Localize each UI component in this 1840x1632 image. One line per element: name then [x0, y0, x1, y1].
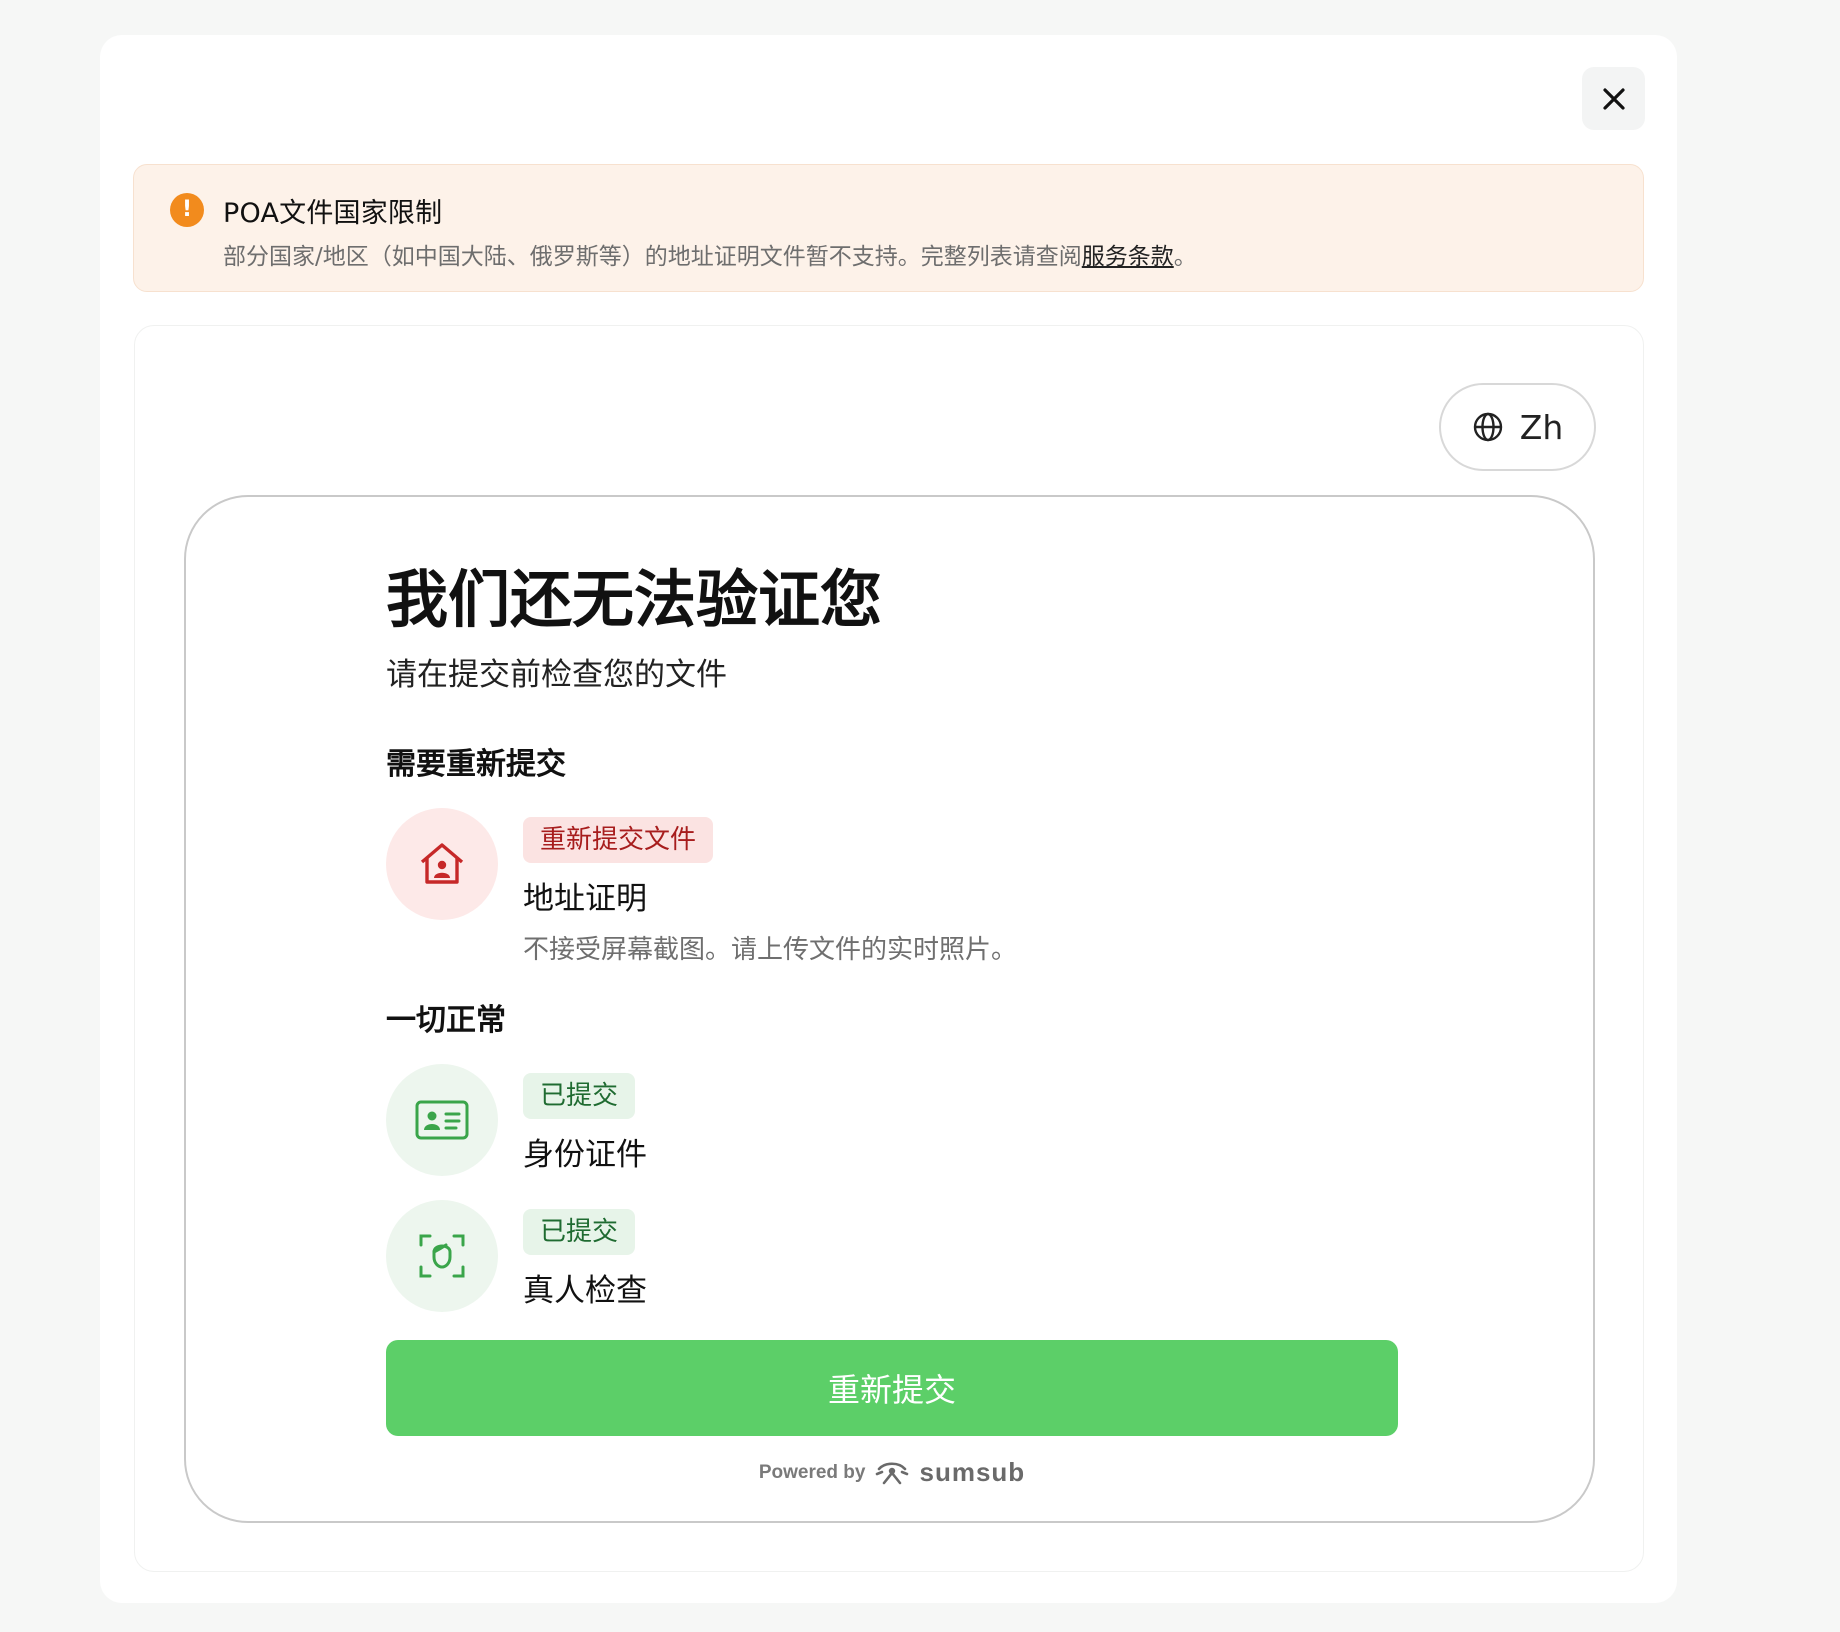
- verification-content: Zh 我们还无法验证您 请在提交前检查您的文件 需要重新提交 重新提交文件 地址…: [134, 325, 1644, 1572]
- close-button[interactable]: [1582, 67, 1645, 130]
- poa-restriction-alert: ! POA文件国家限制 部分国家/地区（如中国大陆、俄罗斯等）的地址证明文件暂不…: [133, 164, 1644, 292]
- language-label: Zh: [1519, 407, 1564, 447]
- language-selector[interactable]: Zh: [1439, 383, 1596, 471]
- page-subtitle: 请在提交前检查您的文件: [386, 657, 727, 693]
- document-title: 地址证明: [523, 881, 647, 917]
- id-card-icon: [386, 1064, 498, 1176]
- alert-body: 部分国家/地区（如中国大陆、俄罗斯等）的地址证明文件暂不支持。完整列表请查阅: [223, 244, 1082, 270]
- close-icon: [1602, 87, 1625, 110]
- verification-modal: ! POA文件国家限制 部分国家/地区（如中国大陆、俄罗斯等）的地址证明文件暂不…: [100, 35, 1677, 1603]
- alert-suffix: 。: [1173, 244, 1197, 270]
- ok-section-title: 一切正常: [386, 1003, 506, 1038]
- alert-text: 部分国家/地区（如中国大陆、俄罗斯等）的地址证明文件暂不支持。完整列表请查阅服务…: [223, 237, 1197, 271]
- document-title: 身份证件: [523, 1137, 647, 1173]
- submitted-badge: 已提交: [523, 1209, 636, 1255]
- powered-by-footer: Powered by sumsub: [386, 1457, 1398, 1488]
- resubmit-button[interactable]: 重新提交: [386, 1340, 1398, 1436]
- status-panel: 我们还无法验证您 请在提交前检查您的文件 需要重新提交 重新提交文件 地址证明: [184, 495, 1595, 1523]
- powered-by-text: Powered by: [758, 1461, 866, 1483]
- document-note: 不接受屏幕截图。请上传文件的实时照片。: [523, 935, 1018, 965]
- resubmit-badge: 重新提交文件: [523, 817, 714, 863]
- sumsub-logo-icon: [876, 1461, 909, 1484]
- warning-icon: !: [170, 193, 204, 227]
- globe-icon: [1473, 412, 1502, 442]
- submitted-badge: 已提交: [523, 1073, 636, 1119]
- document-title: 真人检查: [523, 1273, 647, 1309]
- sumsub-brand: sumsub: [919, 1457, 1026, 1487]
- resubmit-section-title: 需要重新提交: [386, 747, 566, 782]
- terms-of-service-link[interactable]: 服务条款: [1082, 244, 1174, 270]
- face-scan-icon: [386, 1200, 498, 1312]
- page-title: 我们还无法验证您: [386, 563, 883, 636]
- alert-title: POA文件国家限制: [223, 198, 443, 229]
- house-person-icon: [386, 808, 498, 920]
